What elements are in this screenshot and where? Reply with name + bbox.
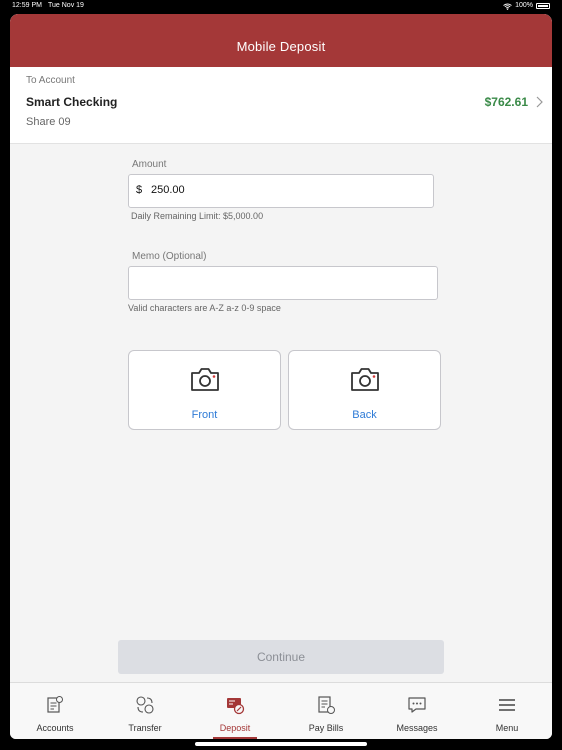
tab-deposit-label: Deposit (219, 723, 251, 733)
tab-transfer-label: Transfer (128, 723, 162, 733)
tab-accounts-label: Accounts (36, 723, 74, 733)
deposit-icon (227, 698, 245, 715)
continue-button[interactable]: Continue (118, 640, 444, 674)
front-label: Front (191, 409, 218, 421)
status-date: Tue Nov 19 (48, 2, 84, 9)
battery-icon (536, 3, 550, 9)
menu-icon (499, 699, 515, 711)
account-balance: $762.61 (484, 95, 528, 109)
tab-messages[interactable]: Messages (372, 683, 462, 739)
memo-input[interactable] (128, 266, 438, 300)
tab-pay-bills[interactable]: Pay Bills (281, 683, 371, 739)
capture-front-button[interactable]: Front (128, 350, 281, 430)
memo-helper-text: Valid characters are A-Z a-z 0-9 space (128, 303, 281, 313)
status-time: 12:59 PM (12, 2, 42, 9)
account-name: Smart Checking (26, 95, 118, 109)
page-title: Mobile Deposit (236, 39, 326, 54)
currency-symbol: $ (136, 184, 143, 196)
tab-accounts[interactable]: Accounts (10, 683, 100, 739)
app-window: Mobile Deposit To Account Smart Checking… (10, 14, 552, 739)
tab-deposit[interactable]: Deposit (190, 683, 280, 739)
amount-value: 250.00 (151, 184, 185, 196)
amount-input[interactable]: $ 250.00 (128, 174, 434, 208)
to-account-label: To Account (26, 75, 75, 86)
account-share: Share 09 (26, 116, 71, 128)
back-label: Back (352, 409, 377, 421)
messages-icon (408, 697, 426, 713)
to-account-row[interactable]: To Account Smart Checking Share 09 $762.… (10, 67, 552, 144)
amount-label: Amount (132, 159, 167, 170)
status-bar: 12:59 PM Tue Nov 19 100% (0, 0, 562, 12)
device-frame: 12:59 PM Tue Nov 19 100% Mobile Deposit … (0, 0, 562, 750)
capture-back-button[interactable]: Back (288, 350, 441, 430)
transfer-icon (136, 696, 154, 714)
battery-percent: 100% (515, 2, 533, 9)
tab-transfer[interactable]: Transfer (100, 683, 190, 739)
tab-pay-bills-label: Pay Bills (308, 723, 344, 733)
tab-bar: Accounts Transfer Deposit Pay Bills Mess… (10, 682, 552, 739)
amount-helper-text: Daily Remaining Limit: $5,000.00 (131, 211, 264, 221)
status-right: 100% (503, 0, 550, 12)
continue-label: Continue (256, 650, 306, 664)
header-bar: Mobile Deposit (10, 14, 552, 67)
chevron-right-icon (536, 96, 543, 108)
home-indicator (195, 742, 367, 746)
tab-menu-label: Menu (495, 723, 519, 733)
tab-messages-label: Messages (396, 723, 438, 733)
camera-icon (351, 368, 379, 391)
wifi-icon (503, 3, 512, 10)
camera-icon (191, 368, 219, 391)
accounts-icon (47, 696, 63, 713)
tab-menu[interactable]: Menu (462, 683, 552, 739)
memo-label: Memo (Optional) (132, 251, 207, 262)
active-tab-indicator (213, 737, 257, 739)
pay-bills-icon (318, 696, 335, 714)
